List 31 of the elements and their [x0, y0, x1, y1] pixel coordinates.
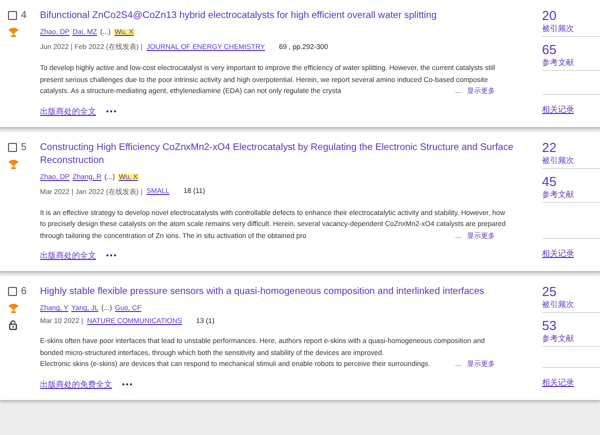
citation-label: 被引频次 — [542, 23, 575, 34]
related-records-link[interactable]: 相关记录 — [542, 104, 574, 114]
citation-count[interactable]: 25 — [542, 285, 600, 299]
more-options-button[interactable]: ••• — [106, 251, 118, 260]
record-title[interactable]: Highly stable flexible pressure sensors with a quasi-homogeneous composition and interlinked interfaces — [40, 285, 540, 298]
record-number: 6 — [21, 286, 27, 297]
record-number: 5 — [21, 142, 27, 152]
citation-count[interactable]: 20 — [542, 9, 600, 23]
reference-label: 参考文献 — [542, 188, 575, 200]
citation-label: 被引频次 — [542, 299, 575, 310]
reference-count[interactable]: 45 — [542, 174, 600, 188]
reference-count[interactable]: 53 — [542, 319, 600, 333]
reference-label: 参考文献 — [542, 333, 575, 344]
full-text-link[interactable]: 出版商处的全文 — [40, 250, 96, 261]
full-text-link[interactable]: 出版商处的免费全文 — [40, 378, 112, 390]
record-number: 4 — [21, 10, 27, 21]
related-records-link[interactable]: 相关记录 — [542, 249, 574, 258]
checkbox[interactable] — [8, 287, 17, 296]
reference-count[interactable]: 65 — [542, 43, 600, 57]
full-text-link[interactable]: 出版商处的全文 — [40, 106, 96, 116]
citation-label: 被引频次 — [542, 154, 575, 166]
record-title[interactable]: Bifunctional ZnCo2S4@CoZn13 hybrid electrocatalysts for high efficient overall water splitting — [40, 9, 540, 22]
checkbox[interactable] — [8, 11, 17, 20]
more-options-button[interactable]: ••• — [106, 106, 118, 116]
lock-icon — [8, 320, 18, 330]
record-title[interactable]: Constructing High Efficiency CoZnxMn2-xO4 Electrocatalyst by Regulating the Electronic Structure and Surface Reconstruction — [40, 140, 540, 166]
citation-count[interactable]: 22 — [542, 140, 600, 154]
reference-label: 参考文献 — [542, 57, 575, 68]
checkbox[interactable] — [8, 142, 17, 152]
related-records-link[interactable]: 相关记录 — [542, 378, 574, 386]
more-options-button[interactable]: ••• — [122, 380, 134, 388]
